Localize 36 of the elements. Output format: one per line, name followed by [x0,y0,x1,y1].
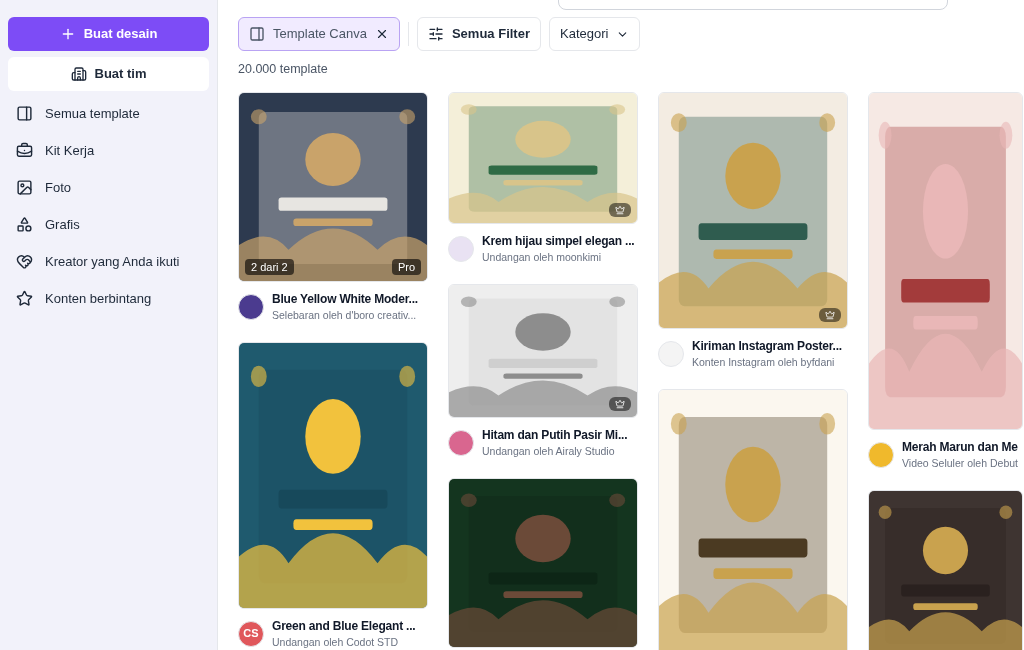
briefcase-icon [16,142,33,159]
template-author: Konten Instagram oleh byfdani [692,355,836,369]
sidebar-item[interactable]: Semua template [8,95,209,132]
image-icon [16,179,33,196]
template-author: Video Seluler oleh Debut [902,456,1018,470]
template-title[interactable]: Hitam dan Putih Pasir Mi... [482,427,628,444]
avatar[interactable] [238,293,264,320]
sliders-icon [427,26,444,42]
create-team-button[interactable]: Buat tim [8,57,209,91]
result-count: 20.000 template [238,61,329,77]
avatar[interactable]: CS [238,620,264,647]
sidebar-item[interactable]: Konten berbintang [8,280,209,317]
building-icon [70,66,87,82]
template-title[interactable]: Kiriman Instagram Poster... [692,338,842,355]
template-author: Selebaran oleh d'boro creativ... [272,308,418,322]
template-author: Undangan oleh Codot STD [272,635,400,649]
star-icon [16,290,33,307]
panel-icon [249,26,265,42]
sidebar-item[interactable]: Foto [8,169,209,206]
sidebar-item[interactable]: Kreator yang Anda ikuti [8,243,209,280]
sidebar-item[interactable]: Grafis [8,206,209,243]
template-title[interactable]: Green and Blue Elegant ... [272,618,416,635]
pro-badge: Pro [391,258,421,275]
shapes-icon [16,216,33,233]
template-author: Undangan oleh moonkimi [482,250,603,264]
create-design-button[interactable]: Buat desain [8,17,209,51]
template-title[interactable]: Blue Yellow White Moder... [272,291,418,308]
panel-icon [16,105,33,122]
template-title[interactable]: Krem hijau simpel elegan ... [482,233,635,250]
template-title[interactable]: Merah Marun dan Me [902,439,1018,456]
page-count-badge: 2 dari 2 [245,258,294,275]
category-dropdown[interactable]: Kategori [549,17,641,51]
all-filters-button[interactable]: Semua Filter [416,17,541,51]
filter-chip[interactable]: Template Canva [238,17,400,51]
sidebar-item[interactable]: Kit Kerja [8,132,209,169]
template-author: Undangan oleh Airaly Studio [482,444,616,458]
